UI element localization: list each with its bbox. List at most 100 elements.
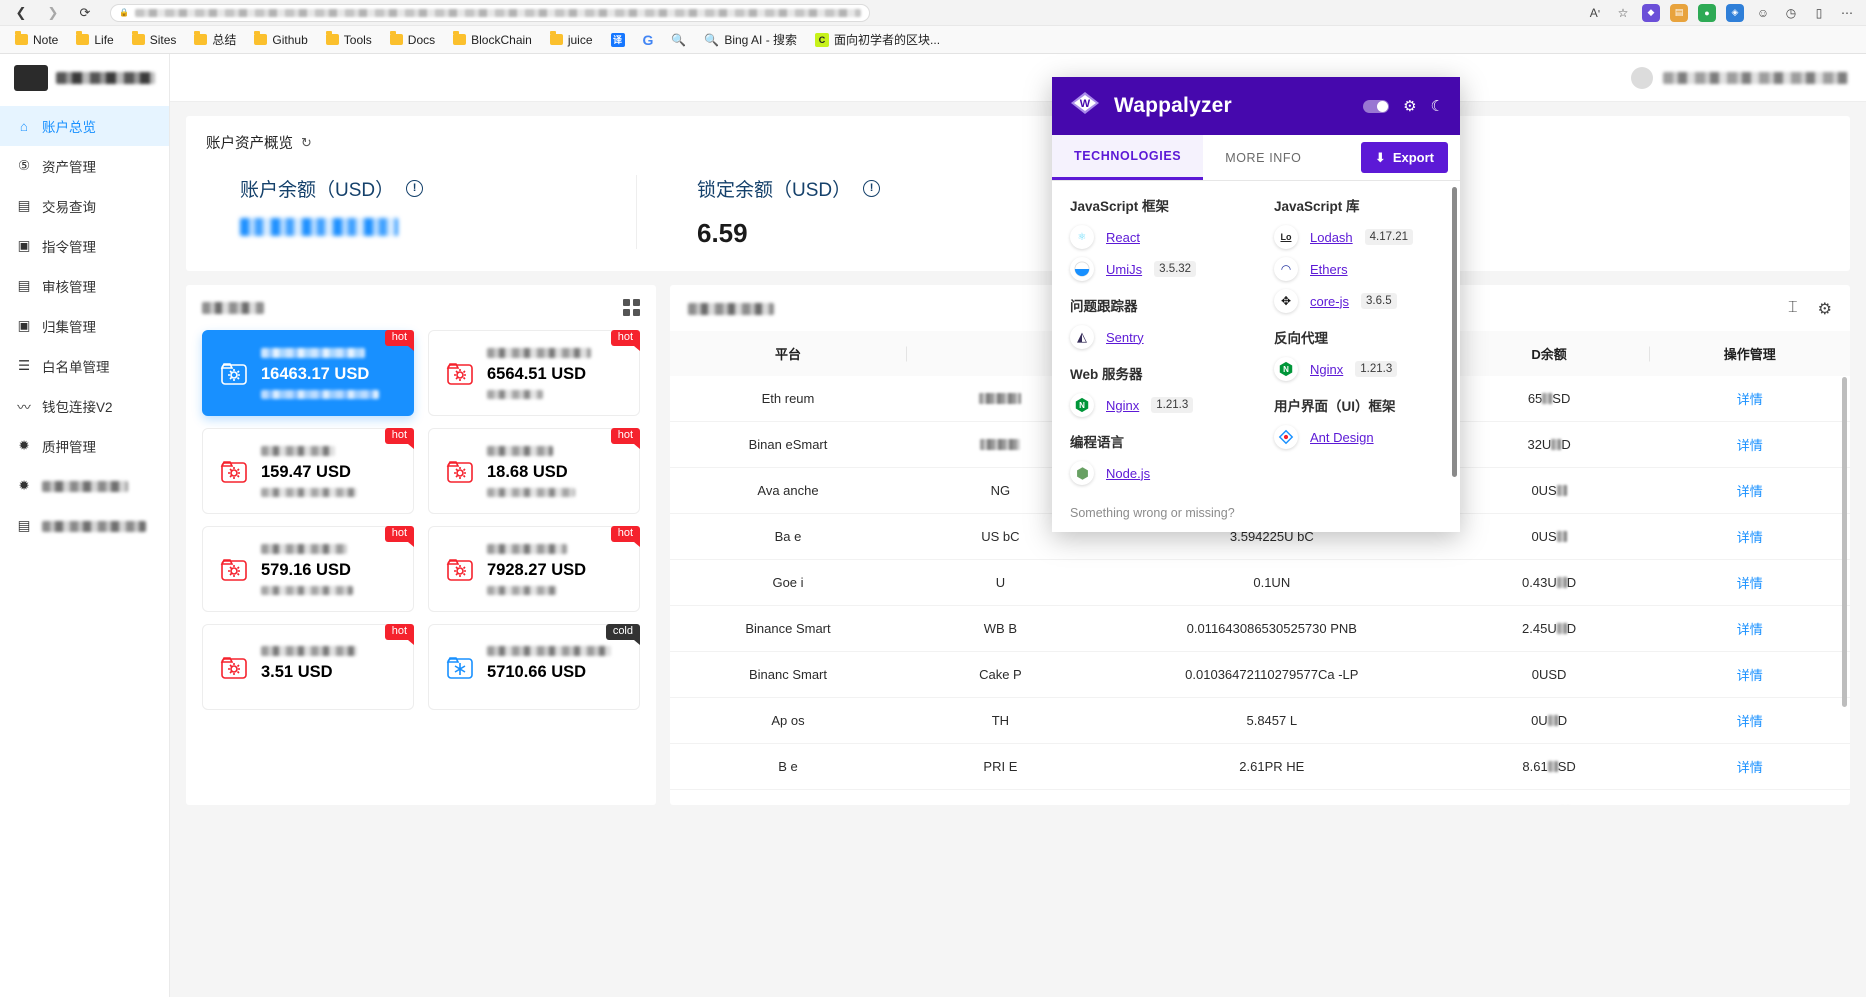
tech-name[interactable]: React xyxy=(1106,230,1140,245)
bookmark-sites[interactable]: Sites xyxy=(125,30,184,50)
bookmark-blockchain-beginner[interactable]: C 面向初学者的区块... xyxy=(808,28,947,51)
footer-text[interactable]: Something wrong or missing? xyxy=(1070,506,1235,520)
table-row[interactable]: Eth eum PRI 7.39PR E 24.39UD 详情 xyxy=(670,789,1850,805)
settings-icon[interactable]: ⋯ xyxy=(1838,4,1856,22)
read-aloud-icon[interactable]: Aⁿ xyxy=(1586,4,1604,22)
sidebar-item-blurred-1[interactable]: ✹ xyxy=(0,466,169,506)
extension-icon-3[interactable]: ● xyxy=(1698,3,1716,22)
tech-name[interactable]: Lodash xyxy=(1310,230,1353,245)
forward-icon[interactable]: ❯ xyxy=(42,2,64,24)
bookmark-note[interactable]: Note xyxy=(8,30,65,50)
sidebar-item-blurred-2[interactable]: ▤ xyxy=(0,506,169,546)
tech-item[interactable]: ⚛ React xyxy=(1070,221,1238,253)
detail-link[interactable]: 详情 xyxy=(1649,651,1850,698)
refresh-icon[interactable]: ↻ xyxy=(301,135,312,151)
bookmark-docs[interactable]: Docs xyxy=(383,30,442,50)
bookmark-search[interactable]: 🔍 xyxy=(664,30,693,50)
tech-item[interactable]: N Nginx 1.21.3 xyxy=(1274,353,1442,385)
tech-item[interactable]: N Nginx 1.21.3 xyxy=(1070,389,1238,421)
wappalyzer-scrollbar[interactable] xyxy=(1452,187,1457,477)
grid-view-icon[interactable] xyxy=(623,299,640,316)
wallet-card[interactable]: hot 7928.27 USD xyxy=(428,526,641,612)
tech-item[interactable]: ✥ core-js 3.6.5 xyxy=(1274,285,1442,317)
export-button[interactable]: ⬇ Export xyxy=(1360,142,1448,173)
detail-link[interactable]: 详情 xyxy=(1649,743,1850,790)
detail-link[interactable]: 详情 xyxy=(1649,789,1850,805)
favorite-icon[interactable]: ☆ xyxy=(1614,4,1632,22)
bookmark-github[interactable]: Github xyxy=(247,30,314,50)
wallet-card[interactable]: hot 16463.17 USD xyxy=(202,330,415,416)
back-icon[interactable]: ❮ xyxy=(10,2,32,24)
detail-link[interactable]: 详情 xyxy=(1649,513,1850,560)
tech-item[interactable]: Ant Design xyxy=(1274,421,1442,453)
tech-name[interactable]: Nginx xyxy=(1106,398,1139,413)
theme-toggle[interactable] xyxy=(1363,99,1390,113)
bookmark-translate[interactable]: 译 xyxy=(604,30,632,50)
wallet-card[interactable]: cold 5710.66 USD xyxy=(428,624,641,710)
tech-item[interactable]: Lo Lodash 4.17.21 xyxy=(1274,221,1442,253)
sidebar-item-command-management[interactable]: ▣ 指令管理 xyxy=(0,226,169,266)
wallet-card[interactable]: hot 18.68 USD xyxy=(428,428,641,514)
detail-link[interactable]: 详情 xyxy=(1649,376,1850,422)
table-row[interactable]: B e PRI E 2.61PR HE 8.61 SD 详情 xyxy=(670,743,1850,790)
tech-name[interactable]: core-js xyxy=(1310,294,1349,309)
extension-icon-4[interactable]: ◈ xyxy=(1726,3,1744,22)
sidebar-item-collection-management[interactable]: ▣ 归集管理 xyxy=(0,306,169,346)
sidebar-item-wallet-connect-v2[interactable]: 〰 钱包连接V2 xyxy=(0,386,169,426)
tech-item[interactable]: UmiJs 3.5.32 xyxy=(1070,253,1238,285)
tech-item[interactable]: Node.js xyxy=(1070,457,1238,489)
table-row[interactable]: Goe i U 0.1UN 0.43U D 详情 xyxy=(670,559,1850,606)
info-circle-icon[interactable]: ! xyxy=(406,180,424,197)
settings-gear-icon[interactable]: ⚙ xyxy=(1818,299,1832,319)
sidebar-item-staking-management[interactable]: ✹ 质押管理 xyxy=(0,426,169,466)
tab-technologies[interactable]: TECHNOLOGIES xyxy=(1052,135,1204,180)
tech-item[interactable]: ◠ Ethers xyxy=(1274,253,1442,285)
bookmark-juice[interactable]: juice xyxy=(543,30,600,50)
wallet-card[interactable]: hot 6564.51 USD xyxy=(428,330,641,416)
sidebar-item-audit-management[interactable]: ▤ 审核管理 xyxy=(0,266,169,306)
sidebar-item-whitelist-management[interactable]: ☰ 白名单管理 xyxy=(0,346,169,386)
address-bar[interactable]: 🔒 xyxy=(110,3,870,22)
avatar[interactable] xyxy=(1631,66,1653,89)
extension-icon[interactable]: ◆ xyxy=(1642,3,1660,22)
table-row[interactable]: Binance Smart WB B 0.011643086530525730 … xyxy=(670,605,1850,652)
detail-link[interactable]: 详情 xyxy=(1649,697,1850,744)
sidebar-item-asset-management[interactable]: ⑤ 资产管理 xyxy=(0,146,169,186)
bookmark-google[interactable]: G xyxy=(636,29,661,51)
detail-link[interactable]: 详情 xyxy=(1649,467,1850,514)
sidebar-item-account-overview[interactable]: ⌂ 账户总览 xyxy=(0,106,169,146)
bookmark-life[interactable]: Life xyxy=(69,30,120,50)
detail-link[interactable]: 详情 xyxy=(1649,421,1850,468)
smiley-icon[interactable]: ☺ xyxy=(1754,4,1772,22)
sidebar-item-transaction-query[interactable]: ▤ 交易查询 xyxy=(0,186,169,226)
gear-icon[interactable]: ⚙ xyxy=(1403,97,1416,115)
table-scrollbar[interactable] xyxy=(1842,377,1847,707)
split-screen-icon[interactable]: ▯ xyxy=(1810,4,1828,22)
bookmark-blockchain[interactable]: BlockChain xyxy=(446,30,539,50)
extension-icon-2[interactable]: ▤ xyxy=(1670,3,1688,22)
reload-icon[interactable]: ⟳ xyxy=(74,2,96,24)
tech-name[interactable]: Ant Design xyxy=(1310,430,1374,445)
moon-icon[interactable]: ☾ xyxy=(1431,97,1444,115)
tech-item[interactable]: ◭ Sentry xyxy=(1070,321,1238,353)
wallet-card[interactable]: hot 579.16 USD xyxy=(202,526,415,612)
detail-link[interactable]: 详情 xyxy=(1649,605,1850,652)
tech-name[interactable]: Nginx xyxy=(1310,362,1343,377)
bookmark-summary[interactable]: 总结 xyxy=(187,28,243,51)
tech-name[interactable]: UmiJs xyxy=(1106,262,1142,277)
tech-name[interactable]: Node.js xyxy=(1106,466,1150,481)
info-circle-icon[interactable]: ! xyxy=(863,180,881,197)
table-row[interactable]: Binanc Smart Cake P 0.01036472110279577C… xyxy=(670,651,1850,698)
tech-name[interactable]: Sentry xyxy=(1106,330,1144,345)
detail-link[interactable]: 详情 xyxy=(1649,559,1850,606)
collections-icon[interactable]: ◷ xyxy=(1782,4,1800,22)
wallet-card[interactable]: hot 3.51 USD xyxy=(202,624,415,710)
bookmark-tools[interactable]: Tools xyxy=(319,30,379,50)
tech-name[interactable]: Ethers xyxy=(1310,262,1348,277)
tab-more-info[interactable]: MORE INFO xyxy=(1203,135,1323,180)
wallet-card[interactable]: hot 159.47 USD xyxy=(202,428,415,514)
table-row[interactable]: Ap os TH 5.8457 L 0U D 详情 xyxy=(670,697,1850,744)
row-height-icon[interactable]: ⌶ xyxy=(1788,299,1798,319)
app-logo[interactable] xyxy=(0,54,169,102)
bookmark-bing-ai[interactable]: 🔍 Bing AI - 搜索 xyxy=(697,28,804,51)
